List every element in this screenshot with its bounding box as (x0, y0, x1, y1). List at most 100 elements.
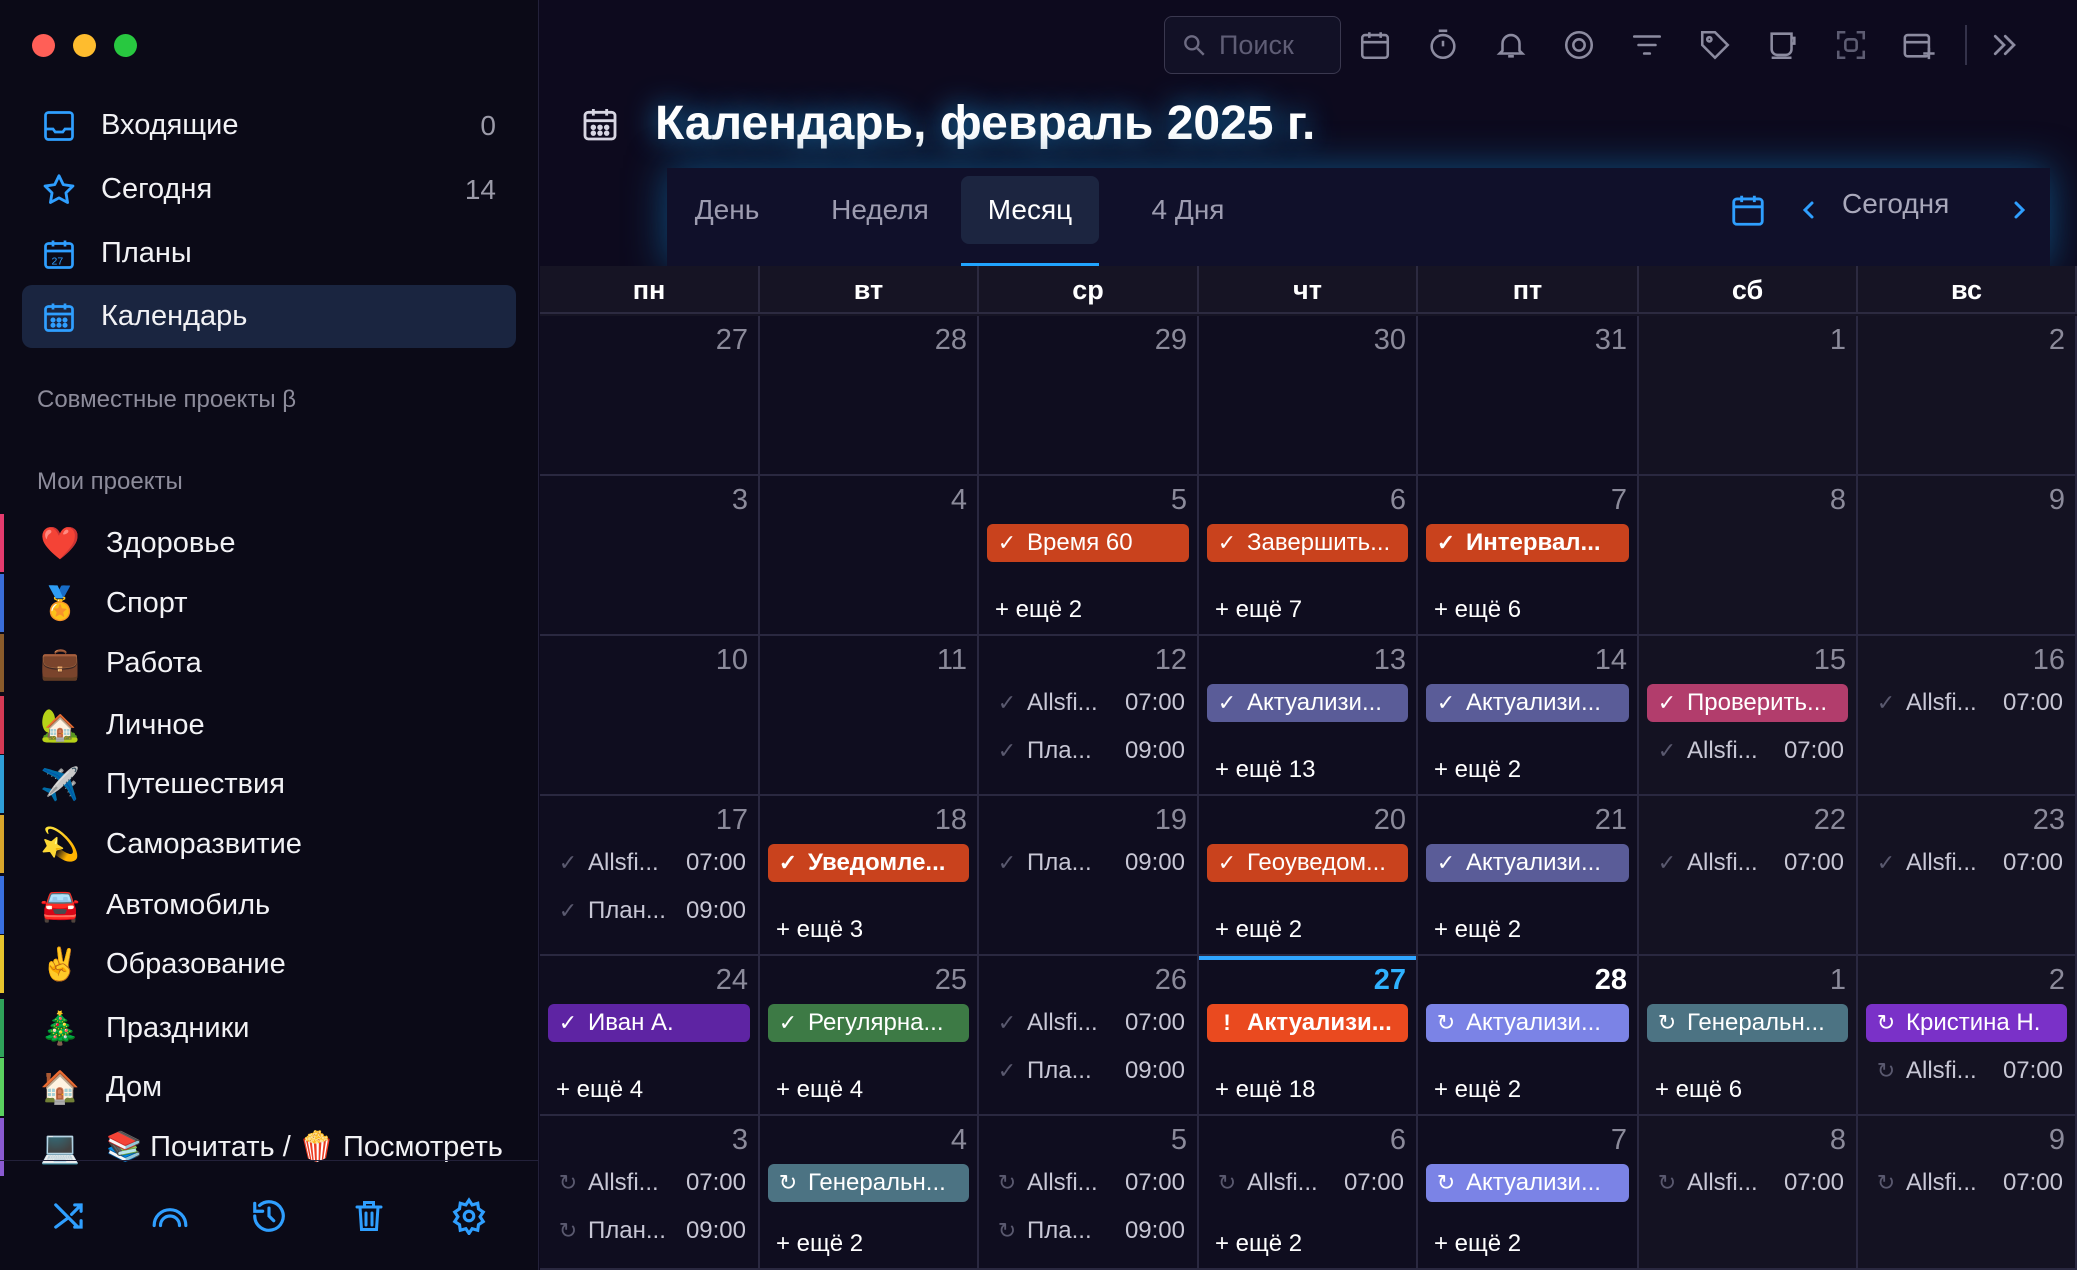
settings-gear-icon[interactable] (447, 1194, 491, 1238)
event-chip[interactable]: ✓ Пла... 09:00 (987, 732, 1189, 770)
calendar-icon[interactable] (1341, 16, 1409, 74)
filter-icon[interactable] (1613, 16, 1681, 74)
tab-month[interactable]: Месяц (961, 176, 1099, 244)
day-cell[interactable]: 22 ✓ Allsfi... 07:00 (1639, 796, 1858, 956)
event-chip[interactable]: ✓ Геоуведом... (1207, 844, 1408, 882)
event-chip[interactable]: ✓ Проверить... (1647, 684, 1848, 722)
event-chip[interactable]: ✓ Интервал... (1426, 524, 1629, 562)
day-cell[interactable]: 5 ↻ Allsfi... 07:00 ↻ Пла... 09:00 (979, 1116, 1199, 1270)
trash-icon[interactable] (347, 1194, 391, 1238)
more-events-link[interactable]: + ещё 4 (776, 1076, 863, 1104)
more-events-link[interactable]: + ещё 2 (1434, 1230, 1521, 1258)
day-cell[interactable]: 14 ✓ Актуализи... + ещё 2 (1418, 636, 1639, 796)
project-item[interactable]: 💼 Работа (0, 634, 539, 692)
my-projects-title[interactable]: Мои проекты (37, 468, 183, 496)
next-month-icon[interactable] (2007, 194, 2031, 231)
project-item[interactable]: 🏠 Дом (0, 1058, 539, 1116)
day-cell[interactable]: 25 ✓ Регулярна... + ещё 4 (760, 956, 979, 1116)
search-input[interactable]: Поиск (1164, 16, 1341, 74)
event-chip[interactable]: ✓ Allsfi... 07:00 (1866, 844, 2067, 882)
zoom-window-button[interactable] (114, 34, 137, 57)
event-chip[interactable]: ✓ Актуализи... (1426, 844, 1629, 882)
today-button[interactable]: Сегодня (1842, 188, 1949, 220)
prev-month-icon[interactable] (1797, 194, 1821, 231)
screenshot-icon[interactable] (1817, 16, 1885, 74)
event-chip[interactable]: ! Актуализи... (1207, 1004, 1408, 1042)
date-picker-icon[interactable] (1729, 190, 1767, 235)
event-chip[interactable]: ✓ План... 09:00 (548, 892, 750, 930)
cup-icon[interactable] (1749, 16, 1817, 74)
signal-arc-icon[interactable] (148, 1194, 192, 1238)
more-events-link[interactable]: + ещё 3 (776, 916, 863, 944)
day-cell[interactable]: 3 (540, 476, 760, 636)
add-calendar-icon[interactable] (1885, 16, 1953, 74)
day-cell[interactable]: 27 (540, 316, 760, 476)
more-events-link[interactable]: + ещё 7 (1215, 596, 1302, 624)
day-cell[interactable]: 9 (1858, 476, 2077, 636)
day-cell[interactable]: 4 ↻ Генеральн... + ещё 2 (760, 1116, 979, 1270)
event-chip[interactable]: ↻ Пла... 09:00 (987, 1212, 1189, 1250)
focus-target-icon[interactable] (1545, 16, 1613, 74)
shared-projects-title[interactable]: Совместные проекты β (37, 386, 296, 414)
minimize-window-button[interactable] (73, 34, 96, 57)
close-window-button[interactable] (32, 34, 55, 57)
event-chip[interactable]: ↻ Актуализи... (1426, 1164, 1629, 1202)
event-chip[interactable]: ↻ План... 09:00 (548, 1212, 750, 1250)
day-cell[interactable]: 5 ✓ Время 60 + ещё 2 (979, 476, 1199, 636)
day-cell[interactable]: 2 ↻ Кристина Н. ↻ Allsfi... 07:00 (1858, 956, 2077, 1116)
event-chip[interactable]: ✓ Allsfi... 07:00 (987, 1004, 1189, 1042)
event-chip[interactable]: ✓ Регулярна... (768, 1004, 969, 1042)
event-chip[interactable]: ↻ Генеральн... (1647, 1004, 1848, 1042)
event-chip[interactable]: ✓ Пла... 09:00 (987, 844, 1189, 882)
event-chip[interactable]: ↻ Allsfi... 07:00 (548, 1164, 750, 1202)
timer-icon[interactable] (1409, 16, 1477, 74)
event-chip[interactable]: ↻ Allsfi... 07:00 (1866, 1052, 2067, 1090)
day-cell[interactable]: 23 ✓ Allsfi... 07:00 (1858, 796, 2077, 956)
project-item[interactable]: 🎄 Праздники (0, 999, 539, 1057)
event-chip[interactable]: ↻ Кристина Н. (1866, 1004, 2067, 1042)
event-chip[interactable]: ↻ Allsfi... 07:00 (1207, 1164, 1408, 1202)
day-cell[interactable]: 27 ! Актуализи... + ещё 18 (1199, 956, 1418, 1116)
event-chip[interactable]: ↻ Генеральн... (768, 1164, 969, 1202)
event-chip[interactable]: ✓ Завершить... (1207, 524, 1408, 562)
event-chip[interactable]: ↻ Allsfi... 07:00 (1647, 1164, 1848, 1202)
event-chip[interactable]: ✓ Уведомле... (768, 844, 969, 882)
day-cell[interactable]: 31 (1418, 316, 1639, 476)
day-cell[interactable]: 8 (1639, 476, 1858, 636)
day-cell[interactable]: 21 ✓ Актуализи... + ещё 2 (1418, 796, 1639, 956)
day-cell[interactable]: 6 ↻ Allsfi... 07:00 + ещё 2 (1199, 1116, 1418, 1270)
sidebar-item-calendar[interactable]: Календарь (22, 285, 516, 348)
shuffle-icon[interactable] (48, 1194, 92, 1238)
day-cell[interactable]: 28 (760, 316, 979, 476)
more-events-link[interactable]: + ещё 18 (1215, 1076, 1316, 1104)
sidebar-item-plans[interactable]: 27 Планы (22, 222, 516, 285)
day-cell[interactable]: 3 ↻ Allsfi... 07:00 ↻ План... 09:00 (540, 1116, 760, 1270)
day-cell[interactable]: 1 ↻ Генеральн... + ещё 6 (1639, 956, 1858, 1116)
tab-week[interactable]: Неделя (800, 176, 960, 244)
more-events-link[interactable]: + ещё 2 (1215, 916, 1302, 944)
bell-icon[interactable] (1477, 16, 1545, 74)
day-cell[interactable]: 26 ✓ Allsfi... 07:00 ✓ Пла... 09:00 (979, 956, 1199, 1116)
tag-icon[interactable] (1681, 16, 1749, 74)
day-cell[interactable]: 20 ✓ Геоуведом... + ещё 2 (1199, 796, 1418, 956)
more-events-link[interactable]: + ещё 13 (1215, 756, 1316, 784)
day-cell[interactable]: 18 ✓ Уведомле... + ещё 3 (760, 796, 979, 956)
day-cell[interactable]: 19 ✓ Пла... 09:00 (979, 796, 1199, 956)
history-icon[interactable] (247, 1194, 291, 1238)
project-item[interactable]: ✌️ Образование (0, 935, 539, 993)
sidebar-item-inbox[interactable]: Входящие 0 (22, 94, 516, 157)
day-cell[interactable]: 15 ✓ Проверить... ✓ Allsfi... 07:00 (1639, 636, 1858, 796)
day-cell[interactable]: 28 ↻ Актуализи... + ещё 2 (1418, 956, 1639, 1116)
day-cell[interactable]: 1 (1639, 316, 1858, 476)
project-item[interactable]: 🏡 Личное (0, 696, 539, 754)
day-cell[interactable]: 24 ✓ Иван А. + ещё 4 (540, 956, 760, 1116)
tab-4-days[interactable]: 4 Дня (1113, 176, 1263, 244)
day-cell[interactable]: 8 ↻ Allsfi... 07:00 (1639, 1116, 1858, 1270)
more-events-link[interactable]: + ещё 2 (776, 1230, 863, 1258)
event-chip[interactable]: ✓ Allsfi... 07:00 (987, 684, 1189, 722)
project-item[interactable]: 🚘 Автомобиль (0, 876, 539, 934)
more-events-link[interactable]: + ещё 2 (995, 596, 1082, 624)
more-events-link[interactable]: + ещё 2 (1434, 916, 1521, 944)
more-events-link[interactable]: + ещё 6 (1655, 1076, 1742, 1104)
event-chip[interactable]: ✓ Allsfi... 07:00 (548, 844, 750, 882)
